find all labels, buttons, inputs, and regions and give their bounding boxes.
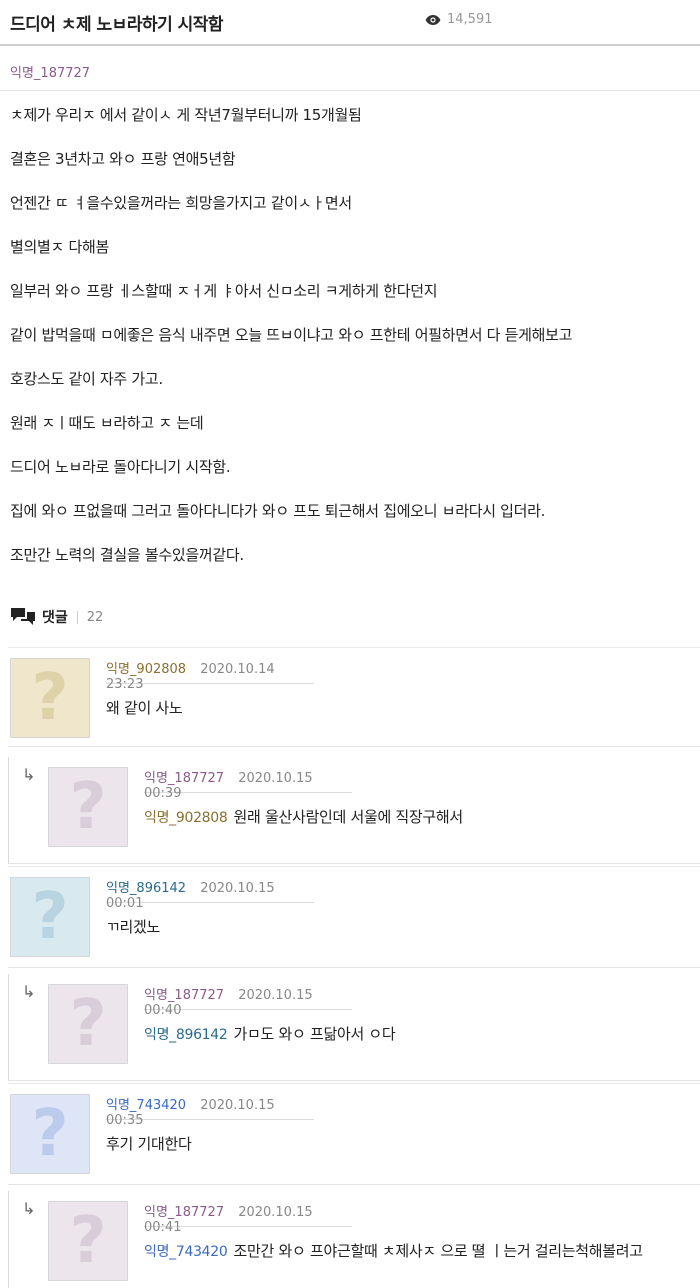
reply-mention[interactable]: 익명_743420 [144,1244,228,1260]
question-mark-avatar-icon: ? [10,877,90,957]
comment-meta: 익명_187727 2020.10.15 00:41 [144,1201,352,1235]
post-line: 별의별ㅈ 다해봄 [10,238,109,256]
post-author[interactable]: 익명_187727 [10,62,90,81]
post-line: 집에 와ㅇ 프없을때 그러고 돌아다니다가 와ㅇ 프도 퇴근해서 집에오니 ㅂ라… [10,502,546,520]
post-line: 결혼은 3년차고 와ㅇ 프랑 연애5년함 [10,150,236,168]
post-line: 조만간 노력의 결실을 볼수있을꺼같다. [10,546,244,564]
reply-guide [8,974,9,1081]
view-count: 14,591 [425,12,493,27]
comment-meta: 익명_896142 2020.10.15 00:01 [106,877,314,911]
comment-meta: 익명_902808 2020.10.14 23:23 [106,658,314,692]
post-header: 드디어 ㅊ제 노ㅂ라하기 시작함 14,591 [0,0,700,46]
reply-guide [8,757,9,864]
reply-arrow-icon: ↳ [22,982,36,1001]
question-mark-avatar-icon: ? [48,1201,128,1281]
comment-author[interactable]: 익명_187727 [144,1205,224,1220]
post-title: 드디어 ㅊ제 노ㅂ라하기 시작함 [10,15,224,35]
post-body: ㅊ제가 우리ㅈ 에서 같이ㅅ 게 작년7월부터니까 15개월됨 결혼은 3년차고… [10,104,690,588]
eye-icon [425,14,441,25]
comment-text: 익명_743420 조만간 와ㅇ 프야근할때 ㅊ제사ㅈ 으로 뗠 ㅣ는거 걸리는척… [144,1240,694,1263]
comment-author[interactable]: 익명_896142 [106,881,186,896]
comment-meta: 익명_743420 2020.10.15 00:35 [106,1094,314,1128]
comments-count: 22 [86,609,104,625]
reply-text: 가ㅁ도 와ㅇ 프닮아서 ㅇ다 [233,1025,396,1043]
post-line: 일부러 와ㅇ 프랑 ㅔ스할때 ㅈㅓ게 ㅑ아서 신ㅁ소리 ㅋ게하게 한다던지 [10,282,438,300]
comment: ? 익명_902808 2020.10.14 23:23 왜 같이 사노 [8,647,700,747]
reply-text: 원래 울산사람인데 서울에 직장구해서 [233,808,464,826]
comments-divider [76,610,78,624]
comment-text: 왜 같이 사노 [106,699,183,717]
comment-reply: ↳ ? 익명_187727 2020.10.15 00:40 익명_896142… [8,974,700,1081]
reply-mention[interactable]: 익명_896142 [144,1027,228,1043]
comment-text: ㄲ리겠노 [106,918,161,936]
comment-reply: ↳ ? 익명_187727 2020.10.15 00:39 익명_902808… [8,757,700,864]
comment-text: 익명_902808 원래 울산사람인데 서울에 직장구해서 [144,806,463,829]
comments-header: 댓글 22 [10,606,103,628]
comment-reply: ↳ ? 익명_187727 2020.10.15 00:41 익명_743420… [8,1191,700,1288]
question-mark-avatar-icon: ? [10,658,90,738]
comment: ? 익명_743420 2020.10.15 00:35 후기 기대한다 [8,1083,700,1185]
post-line: ㅊ제가 우리ㅈ 에서 같이ㅅ 게 작년7월부터니까 15개월됨 [10,106,362,124]
speech-bubbles-icon [11,608,35,625]
reply-arrow-icon: ↳ [22,1199,36,1218]
comment-author[interactable]: 익명_743420 [106,1098,186,1113]
question-mark-avatar-icon: ? [48,984,128,1064]
comment-author[interactable]: 익명_187727 [144,988,224,1003]
comment-author[interactable]: 익명_902808 [106,662,186,677]
question-mark-avatar-icon: ? [10,1094,90,1174]
reply-mention[interactable]: 익명_902808 [144,810,228,826]
post-line: 호캉스도 같이 자주 가고. [10,370,163,388]
reply-guide [8,1191,9,1288]
comment: ? 익명_896142 2020.10.15 00:01 ㄲ리겠노 [8,866,700,968]
comment-text: 후기 기대한다 [106,1135,192,1153]
question-mark-avatar-icon: ? [48,767,128,847]
author-bar: 익명_187727 [0,47,700,91]
post-line: 같이 밥먹을때 ㅁ에좋은 음식 내주면 오늘 뜨ㅂ이냐고 와ㅇ 프한테 어필하면… [10,326,573,344]
post-line: 드디어 노ㅂ라로 돌아다니기 시작함. [10,458,231,476]
post-line: 원래 ㅈㅣ때도 ㅂ라하고 ㅈ 는데 [10,414,204,432]
comment-author[interactable]: 익명_187727 [144,771,224,786]
reply-text: 조만간 와ㅇ 프야근할때 ㅊ제사ㅈ 으로 뗠 ㅣ는거 걸리는척해볼려고 [233,1242,644,1260]
post-line: 언젠간 ㄸ ㅕ을수있을꺼라는 희망을가지고 같이ㅅㅏ면서 [10,194,352,212]
reply-arrow-icon: ↳ [22,765,36,784]
comments-label: 댓글 [42,610,68,626]
view-count-value: 14,591 [447,12,493,27]
comment-meta: 익명_187727 2020.10.15 00:40 [144,984,352,1018]
comment-text: 익명_896142 가ㅁ도 와ㅇ 프닮아서 ㅇ다 [144,1023,396,1046]
comment-meta: 익명_187727 2020.10.15 00:39 [144,767,352,801]
